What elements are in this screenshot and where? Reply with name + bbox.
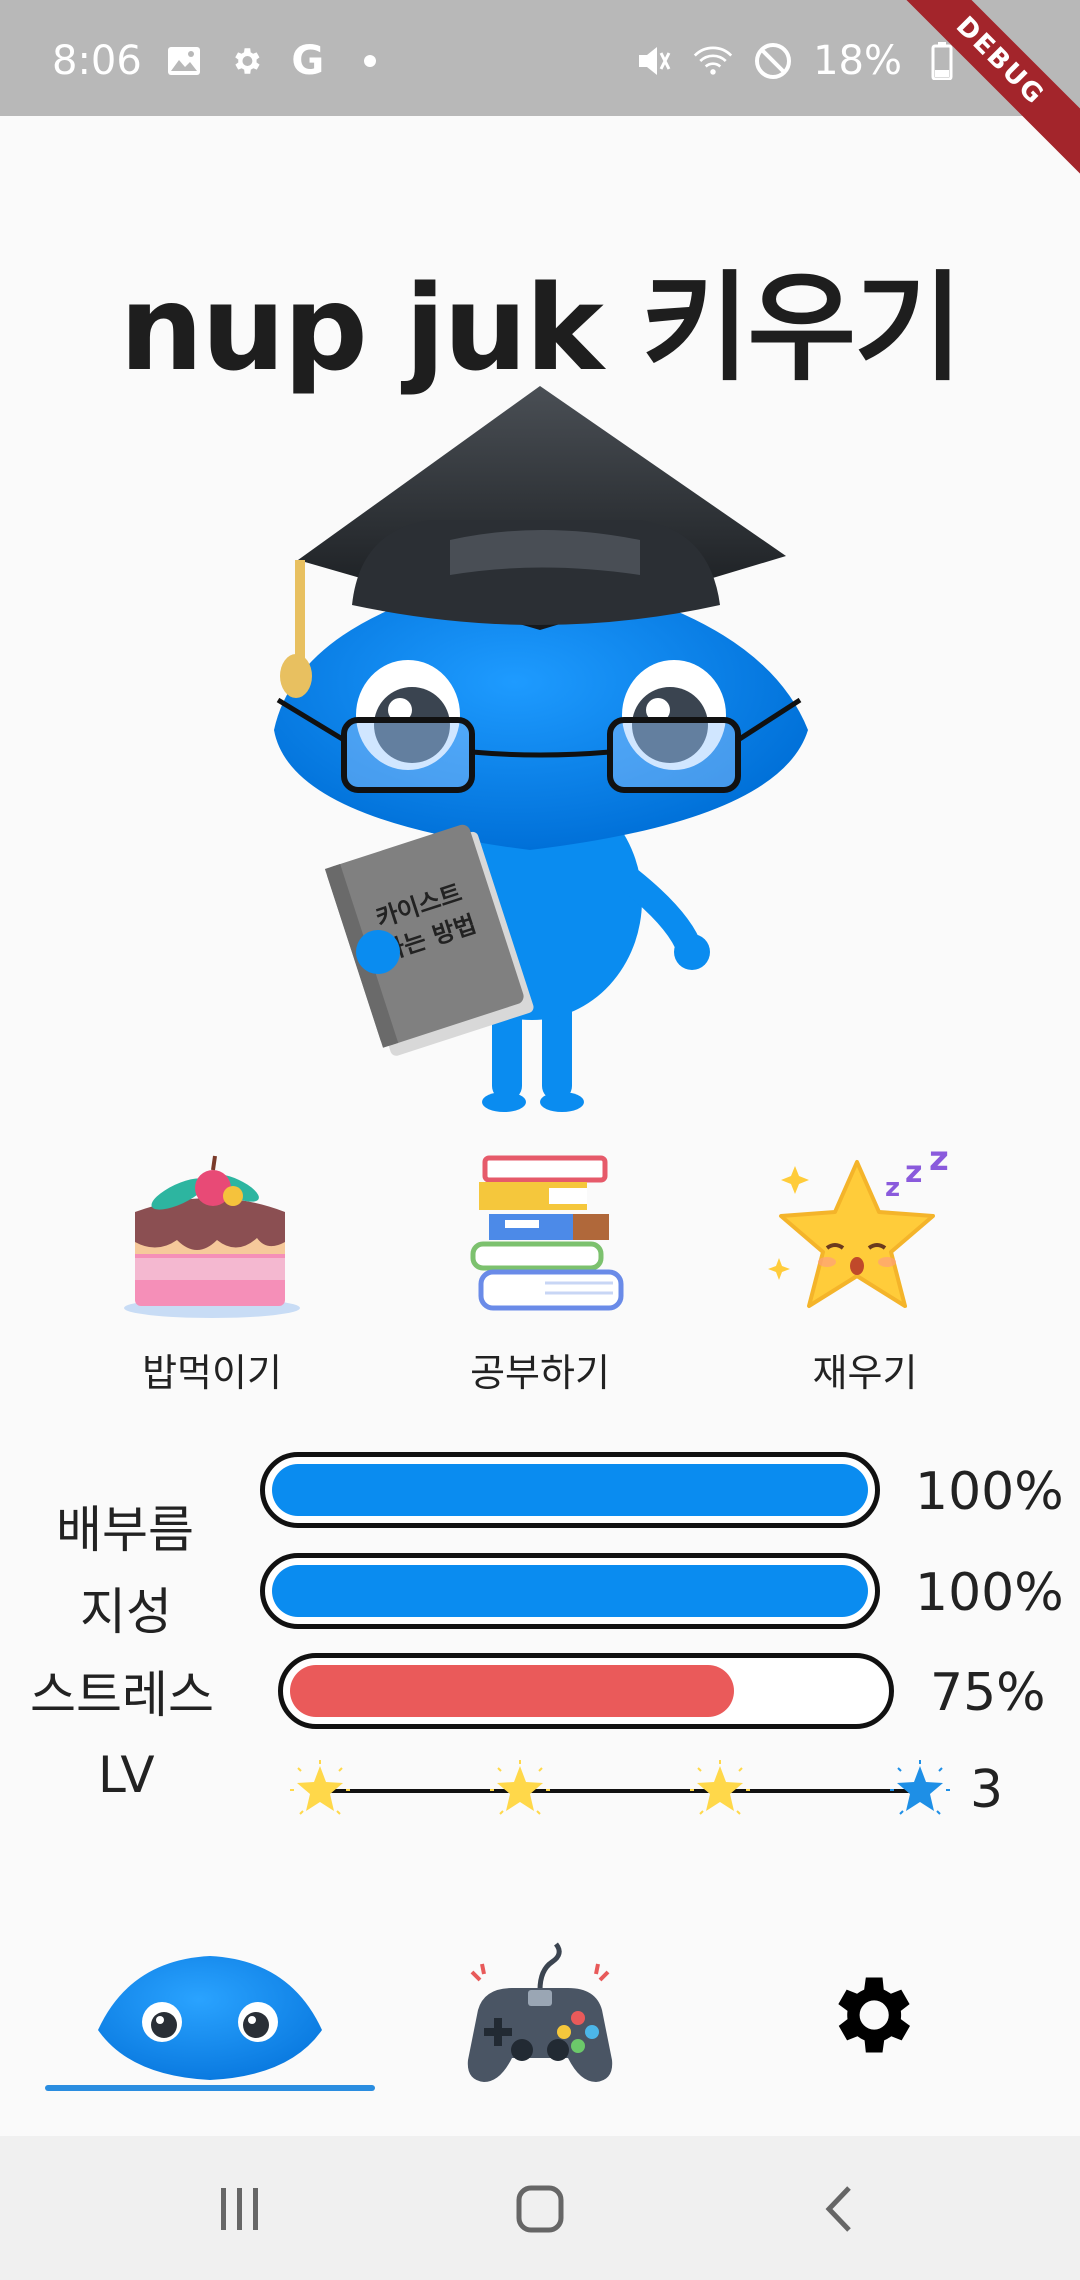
sleep-button[interactable]: z z z 재우기 xyxy=(735,1148,995,1408)
svg-text:z: z xyxy=(929,1148,949,1179)
nav-home-tab[interactable] xyxy=(80,1930,340,2100)
fullness-value: 100% xyxy=(915,1462,1064,1522)
sleep-label: 재우기 xyxy=(812,1351,918,1395)
level-star-icon xyxy=(690,1760,750,1815)
stat-label-fullness: 배부름 xyxy=(56,1501,194,1559)
level-star-icon xyxy=(890,1760,950,1815)
intellect-value: 100% xyxy=(915,1563,1064,1623)
block-icon xyxy=(753,41,793,81)
status-right: 18% xyxy=(633,38,962,84)
study-button[interactable]: 공부하기 xyxy=(410,1148,670,1408)
nav-selected-indicator xyxy=(45,2085,375,2091)
stat-label-stress: 스트레스 xyxy=(30,1666,214,1724)
recents-icon xyxy=(221,2188,258,2230)
level-star-icon xyxy=(290,1760,350,1815)
cake-icon xyxy=(124,1155,300,1318)
feed-button[interactable]: 밥먹이기 xyxy=(82,1148,342,1408)
system-nav-bar xyxy=(0,2136,1080,2280)
gamepad-icon xyxy=(467,1942,613,2082)
status-left: 8:06 G xyxy=(52,38,390,84)
blob-face-icon xyxy=(98,1956,322,2080)
level-value: 3 xyxy=(970,1760,1004,1820)
image-icon xyxy=(164,41,204,81)
fullness-bar-fill xyxy=(272,1464,868,1516)
back-icon xyxy=(825,2186,851,2232)
stat-label-intellect: 지성 xyxy=(80,1583,172,1641)
gear-icon xyxy=(838,1977,910,2053)
intellect-bar-fill xyxy=(272,1565,868,1617)
stress-bar-fill xyxy=(290,1665,734,1717)
level-star-icon xyxy=(490,1760,550,1815)
stress-bar xyxy=(278,1653,894,1729)
nav-settings-tab[interactable] xyxy=(800,1930,940,2100)
svg-text:z: z xyxy=(885,1173,900,1203)
dot-icon xyxy=(350,41,390,81)
svg-text:z: z xyxy=(905,1155,922,1190)
mascot-image: 카이스트 가는 방법 xyxy=(274,386,808,1112)
books-icon xyxy=(470,1155,624,1311)
recents-button[interactable] xyxy=(200,2174,280,2244)
status-time: 8:06 xyxy=(52,38,142,84)
page-title: nup juk 키우기 xyxy=(119,259,962,397)
status-bar: 8:06 G 18% xyxy=(0,0,1080,116)
nav-game-tab[interactable] xyxy=(440,1930,640,2100)
sleeping-star-icon: z z z xyxy=(768,1148,949,1308)
battery-percent: 18% xyxy=(813,38,902,84)
home-icon xyxy=(516,2185,564,2233)
mute-icon xyxy=(633,41,673,81)
gear-icon xyxy=(226,41,266,81)
google-icon: G xyxy=(291,38,325,84)
intellect-bar xyxy=(260,1553,880,1629)
action-row: 밥먹이기 공부하기 z z z 재우기 xyxy=(0,1148,1080,1408)
back-button[interactable] xyxy=(800,2174,880,2244)
level-track xyxy=(320,1789,920,1793)
home-button[interactable] xyxy=(500,2174,580,2244)
stat-label-level: LV xyxy=(98,1746,155,1804)
feed-label: 밥먹이기 xyxy=(142,1351,282,1395)
wifi-icon xyxy=(693,41,733,81)
study-label: 공부하기 xyxy=(470,1351,610,1395)
bottom-nav xyxy=(0,1930,1080,2135)
fullness-bar xyxy=(260,1452,880,1528)
stress-value: 75% xyxy=(930,1663,1046,1723)
